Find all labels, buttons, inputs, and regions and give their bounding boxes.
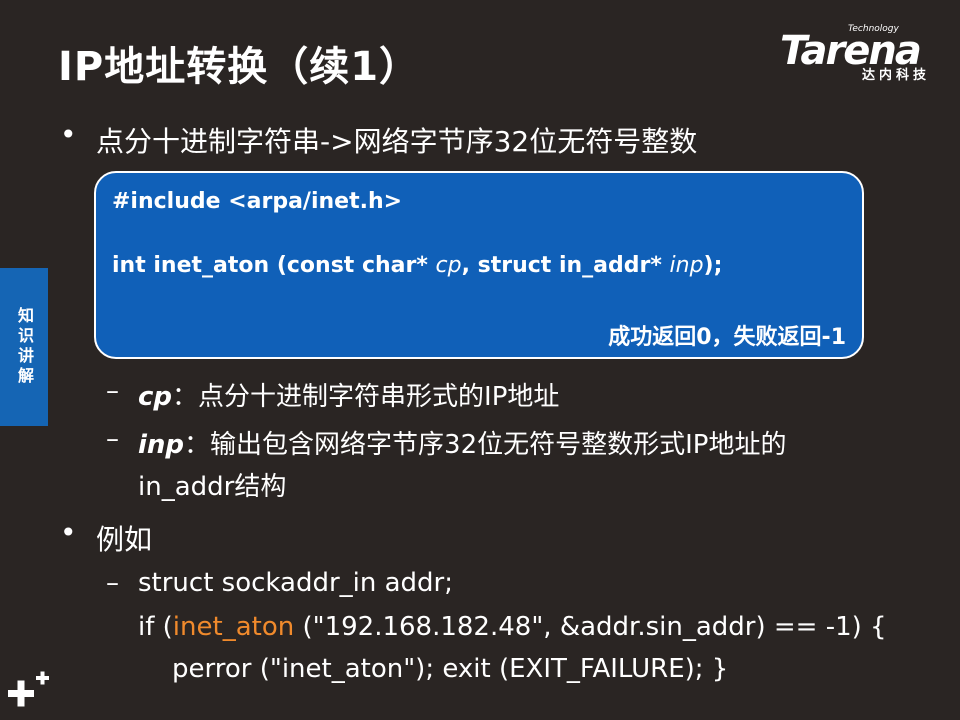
function-prototype-box: #include <arpa/inet.h> int inet_aton (co… — [94, 171, 864, 359]
example-line-2: if (inet_aton ("192.168.182.48", &addr.s… — [138, 612, 887, 642]
example-line-3: perror ("inet_aton"); exit (EXIT_FAILURE… — [172, 654, 729, 684]
prototype-part: int inet_aton (const char* — [112, 253, 436, 278]
prototype-part: , struct in_addr* — [461, 253, 670, 278]
param-inp-item: – inp：输出包含网络字节序32位无符号整数形式IP地址的 — [106, 424, 787, 461]
prototype-line: int inet_aton (const char* cp, struct in… — [112, 253, 722, 278]
param-name: cp — [138, 382, 173, 412]
dash-icon: – — [106, 424, 119, 454]
tarena-logo: Technology Tarena 达内科技 — [780, 24, 950, 84]
logo-chinese: 达内科技 — [862, 68, 931, 83]
bullet-text: 点分十进制字符串->网络字节序32位无符号整数 — [96, 125, 698, 158]
bullet-conversion: • 点分十进制字符串->网络字节序32位无符号整数 — [60, 118, 698, 160]
param-inp-continued: in_addr结构 — [138, 472, 287, 502]
param-inp: inp — [669, 253, 704, 278]
code-text: struct sockaddr_in addr; — [138, 568, 453, 598]
bullet-dot-icon: • — [60, 118, 77, 151]
prototype-part: ); — [703, 253, 723, 278]
param-cp: cp — [435, 253, 462, 278]
slide-title: IP地址转换（续1） — [58, 44, 421, 90]
plus-plus-icon — [8, 671, 49, 707]
param-name: inp — [138, 430, 185, 460]
code-text: ("192.168.182.48", &addr.sin_addr) == -1… — [294, 612, 887, 642]
bullet-dot-icon: • — [60, 516, 77, 549]
param-desc: ：点分十进制字符串形式的IP地址 — [172, 382, 560, 412]
code-text: if ( — [138, 612, 173, 642]
bullet-example: • 例如 — [60, 516, 153, 558]
example-line-1: – struct sockaddr_in addr; — [106, 568, 453, 598]
param-desc: ：输出包含网络字节序32位无符号整数形式IP地址的 — [184, 430, 787, 460]
dash-icon: – — [106, 568, 119, 598]
return-note: 成功返回0，失败返回-1 — [608, 325, 846, 350]
bullet-text: 例如 — [96, 523, 153, 556]
include-line: #include <arpa/inet.h> — [112, 189, 403, 214]
param-cp-item: – cp：点分十进制字符串形式的IP地址 — [106, 376, 560, 413]
section-tab: 知识讲解 — [0, 268, 48, 426]
section-tab-label: 知识讲解 — [15, 307, 34, 387]
dash-icon: – — [106, 376, 119, 406]
code-function-name: inet_aton — [172, 612, 295, 642]
